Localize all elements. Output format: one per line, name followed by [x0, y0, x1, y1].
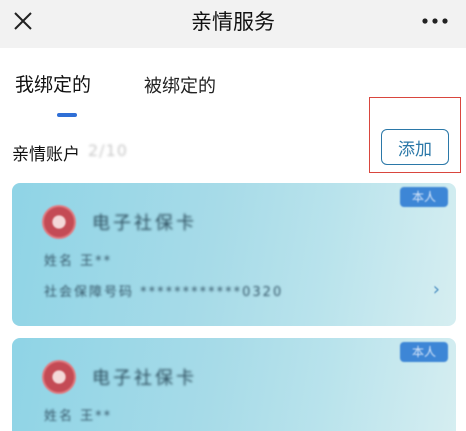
card-holder-name: 姓名 王**	[44, 254, 113, 269]
social-security-card[interactable]: 本人 电子社保卡 姓名 王** 社会保障号码 ************0320 …	[12, 183, 456, 326]
more-button[interactable]	[418, 8, 452, 34]
seal-icon	[42, 360, 76, 394]
card-badge: 本人	[399, 342, 448, 362]
tab-my-bindings[interactable]: 我绑定的	[15, 70, 91, 97]
account-label: 亲情账户	[12, 145, 80, 165]
tab-bound-by-others[interactable]: 被绑定的	[144, 72, 216, 98]
title-bar: 亲情服务	[0, 0, 466, 48]
active-tab-indicator	[57, 113, 77, 117]
account-count: 2/10	[88, 141, 128, 160]
chevron-right-icon: ›	[432, 279, 440, 300]
page-title: 亲情服务	[191, 10, 275, 34]
card-holder-name: 姓名 王**	[44, 409, 113, 424]
add-button[interactable]: 添加	[381, 129, 449, 165]
card-badge: 本人	[399, 187, 448, 207]
card-title: 电子社保卡	[92, 213, 197, 234]
card-title: 电子社保卡	[92, 368, 197, 389]
seal-icon	[42, 205, 76, 239]
social-security-card[interactable]: 本人 电子社保卡 姓名 王**	[12, 338, 456, 431]
card-number: 社会保障号码 ************0320	[44, 285, 284, 300]
more-icon	[422, 18, 448, 24]
